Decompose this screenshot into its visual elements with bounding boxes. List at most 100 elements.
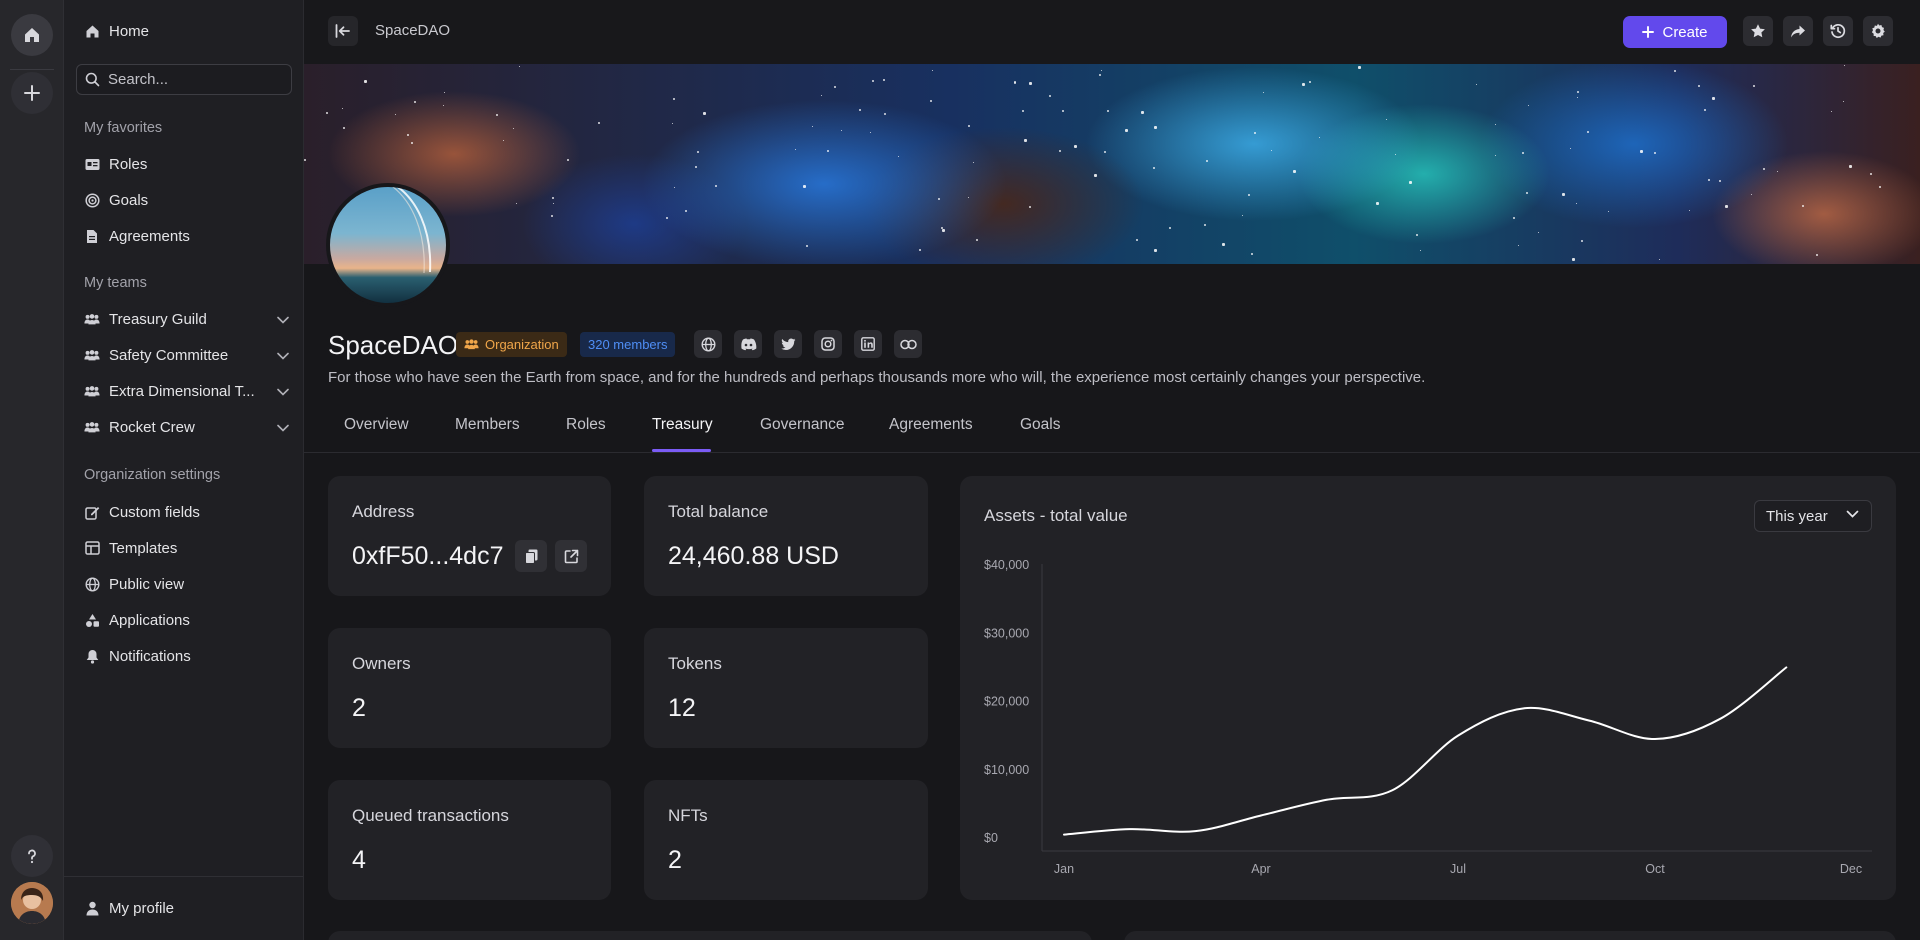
banner-star <box>937 198 940 201</box>
tab-agreements[interactable]: Agreements <box>889 416 973 434</box>
id-card-icon <box>84 156 100 172</box>
banner-star <box>442 105 444 107</box>
banner-star <box>1049 94 1051 97</box>
tab-overview[interactable]: Overview <box>344 416 409 434</box>
sidebar-item-label: Notifications <box>109 647 191 665</box>
banner-star <box>1724 205 1728 209</box>
banner-star <box>859 109 862 112</box>
website-link[interactable] <box>694 330 722 358</box>
x-tick-label: Jan <box>1054 862 1074 876</box>
share-button[interactable] <box>1783 16 1813 46</box>
banner-star <box>1704 109 1707 112</box>
chevron-down-icon[interactable] <box>277 347 289 364</box>
sidebar-item-team-rocket-crew[interactable]: Rocket Crew <box>84 413 289 441</box>
tab-goals[interactable]: Goals <box>1020 416 1061 434</box>
owners-card[interactable]: Owners 2 <box>328 628 611 748</box>
y-tick-label: $0 <box>984 831 998 845</box>
settings-button[interactable] <box>1863 16 1893 46</box>
instagram-link[interactable] <box>814 330 842 358</box>
series-line <box>1063 666 1788 836</box>
sidebar-item-team-extra-dimensional[interactable]: Extra Dimensional T... <box>84 377 289 405</box>
search-box[interactable] <box>76 64 292 95</box>
copy-address-button[interactable] <box>515 540 547 572</box>
banner-star <box>1420 250 1422 252</box>
banner-star <box>1517 245 1519 247</box>
discord-link[interactable] <box>734 330 762 358</box>
sidebar-item-goals[interactable]: Goals <box>84 186 289 214</box>
tab-members[interactable]: Members <box>455 416 520 434</box>
sidebar-item-custom-fields[interactable]: Custom fields <box>84 498 289 526</box>
add-workspace-button[interactable] <box>11 72 53 114</box>
sidebar-item-home[interactable]: Home <box>84 17 289 45</box>
banner-star <box>967 197 969 199</box>
banner-star <box>1203 223 1206 226</box>
sidebar-item-agreements[interactable]: Agreements <box>84 222 289 250</box>
banner-star <box>1653 152 1656 155</box>
chevron-down-icon[interactable] <box>277 311 289 328</box>
banner-star <box>1525 191 1528 194</box>
banner-star <box>1870 172 1873 175</box>
banner-star <box>666 216 669 219</box>
sidebar-item-label: Safety Committee <box>109 346 229 364</box>
history-button[interactable] <box>1823 16 1853 46</box>
queued-transactions-card[interactable]: Queued transactions 4 <box>328 780 611 900</box>
banner-star <box>1395 153 1397 155</box>
sidebar-item-public-view[interactable]: Public view <box>84 570 289 598</box>
sidebar-item-roles[interactable]: Roles <box>84 150 289 178</box>
banner-star <box>833 86 836 89</box>
tab-roles[interactable]: Roles <box>566 416 606 434</box>
banner-star <box>325 112 328 115</box>
banner-star <box>551 215 554 218</box>
tokens-card[interactable]: Tokens 12 <box>644 628 928 748</box>
bell-icon <box>84 648 100 664</box>
sidebar-item-label: Home <box>109 22 150 40</box>
search-input[interactable] <box>108 71 278 88</box>
banner-star <box>1125 128 1129 132</box>
banner-star <box>795 148 797 150</box>
x-tick-label: Apr <box>1251 862 1270 876</box>
sidebar-item-templates[interactable]: Templates <box>84 534 289 562</box>
chevron-down-icon[interactable] <box>277 419 289 436</box>
sidebar-item-my-profile[interactable]: My profile <box>84 894 289 922</box>
help-button[interactable] <box>11 835 53 877</box>
banner-star <box>1697 84 1700 87</box>
sidebar-item-applications[interactable]: Applications <box>84 606 289 634</box>
open-explorer-button[interactable] <box>555 540 587 572</box>
members-count-badge[interactable]: 320 members <box>580 332 676 357</box>
create-button[interactable]: Create <box>1623 16 1727 48</box>
banner-star <box>685 209 688 212</box>
linkedin-link[interactable] <box>854 330 882 358</box>
external-link-icon <box>564 549 578 563</box>
banner-star <box>1014 80 1017 83</box>
banner-star <box>407 133 410 136</box>
sidebar-divider <box>64 876 303 877</box>
collapse-sidebar-button[interactable] <box>328 16 358 46</box>
search-icon <box>85 72 100 87</box>
avatar-image <box>392 187 432 274</box>
sidebar-item-team-treasury-guild[interactable]: Treasury Guild <box>84 305 289 333</box>
banner-star <box>820 95 822 97</box>
banner-star <box>812 125 814 127</box>
tab-governance[interactable]: Governance <box>760 416 844 434</box>
copy-link-button[interactable] <box>894 330 922 358</box>
breadcrumb[interactable]: SpaceDAO <box>375 22 450 39</box>
favorite-button[interactable] <box>1743 16 1773 46</box>
tab-treasury[interactable]: Treasury <box>652 416 713 434</box>
nfts-card[interactable]: NFTs 2 <box>644 780 928 900</box>
sidebar-item-team-safety-committee[interactable]: Safety Committee <box>84 341 289 369</box>
create-button-label: Create <box>1662 23 1708 41</box>
banner-star <box>1762 167 1765 170</box>
user-avatar[interactable] <box>11 882 53 924</box>
assets-line-chart: $40,000 $30,000 $20,000 $10,000 $0 Jan Apr Jul O… <box>984 558 1872 876</box>
organization-avatar[interactable] <box>326 183 450 307</box>
avatar-image <box>11 882 53 924</box>
sidebar-item-label: Templates <box>109 539 178 557</box>
sidebar-item-notifications[interactable]: Notifications <box>84 642 289 670</box>
banner-star <box>1879 186 1882 189</box>
twitter-link[interactable] <box>774 330 802 358</box>
home-rail-button[interactable] <box>11 14 53 56</box>
chevron-down-icon[interactable] <box>277 383 289 400</box>
user-icon <box>84 900 100 916</box>
total-balance-card: Total balance 24,460.88 USD <box>644 476 928 596</box>
gear-icon <box>1871 23 1885 38</box>
